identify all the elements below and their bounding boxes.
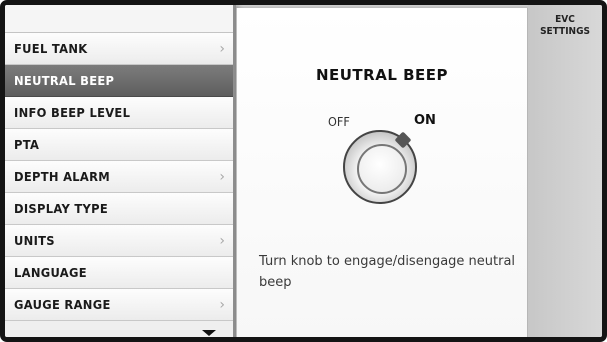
menu-item-display-type[interactable]: DISPLAY TYPE (5, 193, 233, 225)
menu-item-label: FUEL TANK (14, 41, 88, 56)
menu-item-label: PTA (14, 137, 40, 152)
knob-off-label: OFF (328, 114, 350, 129)
menu-item-gauge-range[interactable]: GAUGE RANGE › (5, 289, 233, 321)
chevron-right-icon: › (219, 233, 225, 249)
settings-menu: FUEL TANK › NEUTRAL BEEP INFO BEEP LEVEL… (5, 5, 236, 337)
knob-center (357, 144, 407, 194)
evc-title-line1: EVC (555, 14, 575, 25)
menu-top-strip (5, 5, 233, 33)
menu-item-pta[interactable]: PTA (5, 129, 233, 161)
knob-on-label: ON (414, 113, 436, 128)
menu-item-label: INFO BEEP LEVEL (14, 105, 131, 120)
evc-title-line2: SETTINGS (540, 26, 590, 37)
menu-item-label: DEPTH ALARM (14, 169, 111, 184)
screen: FUEL TANK › NEUTRAL BEEP INFO BEEP LEVEL… (5, 5, 602, 337)
scroll-down-arrow-icon[interactable] (202, 330, 216, 336)
display-frame: FUEL TANK › NEUTRAL BEEP INFO BEEP LEVEL… (0, 0, 607, 342)
evc-settings-header: EVC SETTINGS (528, 5, 602, 337)
evc-settings-title: EVC SETTINGS (528, 14, 602, 38)
menu-item-language[interactable]: LANGUAGE (5, 257, 233, 289)
detail-panel: NEUTRAL BEEP OFF ON Turn knob to engage/… (236, 8, 528, 337)
menu-item-label: GAUGE RANGE (14, 297, 111, 312)
rotary-knob-icon[interactable] (343, 130, 417, 204)
knob-pointer-indicator (394, 131, 412, 149)
chevron-right-icon: › (219, 169, 225, 185)
menu-item-label: UNITS (14, 233, 55, 248)
menu-item-label: DISPLAY TYPE (14, 201, 109, 216)
neutral-beep-knob-control[interactable]: OFF ON (310, 110, 460, 210)
menu-item-fuel-tank[interactable]: FUEL TANK › (5, 33, 233, 65)
panel-title: NEUTRAL BEEP (315, 66, 449, 84)
chevron-right-icon: › (219, 41, 225, 57)
chevron-right-icon: › (219, 297, 225, 313)
instruction-text: Turn knob to engage/disengage neutral be… (259, 254, 516, 290)
menu-item-label: NEUTRAL BEEP (14, 73, 115, 88)
menu-item-label: LANGUAGE (14, 265, 87, 280)
menu-item-units[interactable]: UNITS › (5, 225, 233, 257)
menu-item-info-beep-level[interactable]: INFO BEEP LEVEL (5, 97, 233, 129)
menu-item-neutral-beep[interactable]: NEUTRAL BEEP (5, 65, 233, 97)
menu-item-depth-alarm[interactable]: DEPTH ALARM › (5, 161, 233, 193)
